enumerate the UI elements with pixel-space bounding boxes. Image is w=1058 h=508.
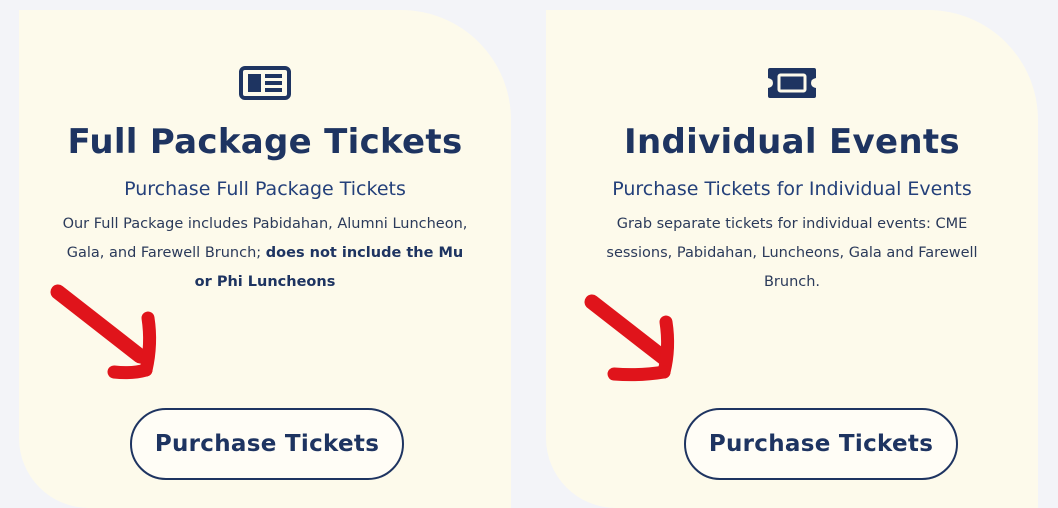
arrow-down-right-icon [50,284,157,380]
ticket-icon [766,66,818,100]
card-subtitle: Purchase Full Package Tickets [124,178,406,200]
newspaper-icon [239,66,291,100]
card-description: Grab separate tickets for individual eve… [606,216,978,290]
arrow-down-right-icon [584,294,675,382]
card-title: Full Package Tickets [67,122,463,162]
card-subtitle: Purchase Tickets for Individual Events [612,178,972,200]
purchase-individual-events-button[interactable]: Purchase Tickets [684,408,958,480]
individual-events-card: Individual Events Purchase Tickets for I… [546,10,1038,508]
card-title: Individual Events [624,122,960,162]
full-package-card: Full Package Tickets Purchase Full Packa… [19,10,511,508]
purchase-full-package-button[interactable]: Purchase Tickets [130,408,404,480]
